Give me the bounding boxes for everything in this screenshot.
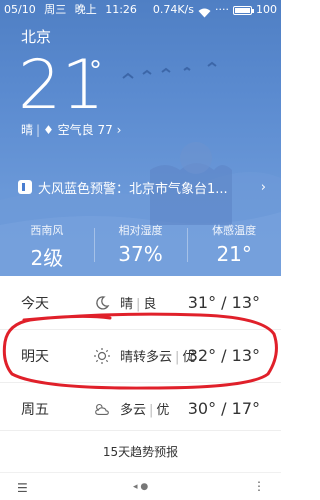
birds-decoration [122,61,217,79]
aqi-text: 良 [143,297,157,312]
wifi-icon [198,5,211,18]
chevron-right-icon: › [116,123,122,137]
current-condition-line[interactable]: 晴 | ♦ 空气良 77 › [21,121,121,138]
condition-text: 多云 [120,403,147,418]
stat-feels-like: 体感温度 21° [187,222,281,270]
weather-hero: 05/10 周三 晚上 11:26 0.74K/s ···· 100 北京 21… [0,0,281,276]
day-name: 周五 [21,401,49,418]
weather-alert[interactable]: 大风蓝色预警：北京市气象台1... › [18,176,266,198]
temperature-range: 30° / 17° [187,399,260,418]
stat-value: 21° [216,242,252,266]
stat-label: 西南风 [30,224,64,237]
separator: | [136,297,141,312]
menu-icon[interactable]: ☰ [17,481,28,495]
condition-text: 晴 [120,297,134,312]
stat-value: 37% [118,242,163,266]
separator: | [149,403,154,418]
more-icon[interactable]: ⋮ [253,479,265,493]
aqi-text: 优 [156,403,170,418]
status-time: 11:26 [105,3,137,16]
forecast-row-today[interactable]: 今天 晴 | 良 31° / 13° [0,276,281,330]
temperature-range: 32° / 13° [187,346,260,365]
status-date: 05/10 [4,3,36,16]
status-bar: 05/10 周三 晚上 11:26 0.74K/s ···· 100 [0,0,281,20]
status-period: 晚上 [74,3,97,16]
alert-text: 大风蓝色预警：北京市气象台1... [38,181,228,197]
forecast-list: 今天 晴 | 良 31° / 13° 明天 晴转多云 | 优 32° / 13° 周五 … [0,276,281,435]
forecast-row-tomorrow[interactable]: 明天 晴转多云 | 优 32° / 13° [0,329,281,383]
stat-label: 相对湿度 [118,224,163,237]
temperature-range: 31° / 13° [187,293,260,312]
battery-icon [233,5,254,15]
separator: | [175,350,180,365]
day-name: 今天 [21,295,49,312]
page-indicator: ◂ ● [133,482,149,492]
stat-humidity: 相对湿度 37% [93,222,188,270]
condition-text: 晴 [21,123,34,137]
air-drop-icon: ♦ [43,123,54,137]
day-desc: 晴 | 良 [120,293,156,312]
degree-symbol: ° [89,56,102,86]
alert-flag-icon [18,180,32,194]
fifteen-day-trend-link[interactable]: 15天趋势预报 [0,430,281,472]
sun-icon [93,347,111,365]
stat-label: 体感温度 [212,224,257,237]
bottom-bar: ☰ ◂ ● ⋮ [0,472,281,500]
city-name[interactable]: 北京 [21,26,51,47]
stat-value: 2级 [30,246,64,270]
network-speed: 0.74K/s [152,3,194,16]
condition-text: 晴转多云 [120,350,173,365]
chevron-right-icon: › [260,179,266,195]
day-desc: 多云 | 优 [120,399,169,418]
signal-dots-icon: ···· [215,3,229,16]
status-weekday: 周三 [44,3,67,16]
partly-cloudy-icon [93,400,111,418]
separator: | [36,123,41,137]
weather-stats: 西南风 2级 相对湿度 37% 体感温度 21° [0,222,281,270]
air-quality: 空气良 77 [57,123,113,137]
day-desc: 晴转多云 | 优 [120,346,195,365]
stat-wind: 西南风 2级 [0,222,94,270]
day-name: 明天 [21,348,49,365]
moon-icon [93,294,111,312]
battery-level: 100 [256,3,277,16]
forecast-row-friday[interactable]: 周五 多云 | 优 30° / 17° [0,382,281,435]
